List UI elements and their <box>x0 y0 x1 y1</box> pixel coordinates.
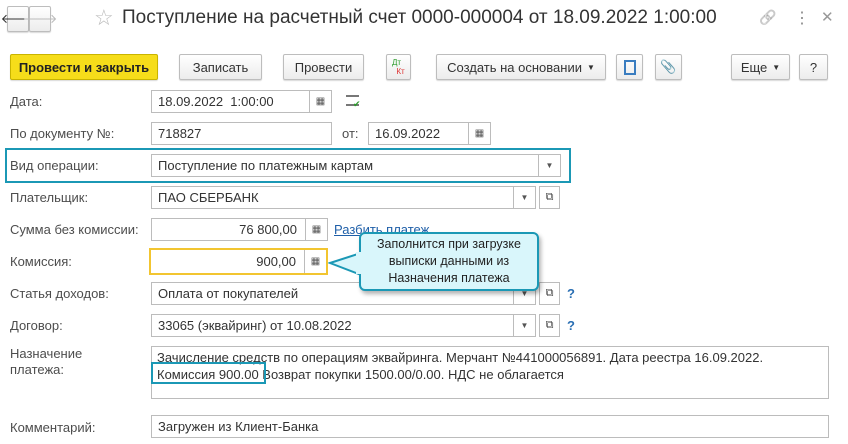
date-label: Дата: <box>10 94 43 109</box>
income-item-label: Статья доходов: <box>10 286 109 301</box>
forward-button[interactable]: 🡒 <box>23 6 57 32</box>
more-label: Еще <box>740 59 768 75</box>
payer-value: ПАО СБЕРБАНК <box>158 190 259 205</box>
page-title: Поступление на расчетный счет 0000-00000… <box>122 7 717 28</box>
contract-label: Договор: <box>10 318 63 333</box>
doc-date-field[interactable]: 16.09.2022 ▦ <box>368 122 491 145</box>
contract-value: 33065 (эквайринг) от 10.08.2022 <box>158 318 352 333</box>
dropdown-arrow-icon[interactable]: ▼ <box>513 187 535 208</box>
help-icon[interactable]: ? <box>567 318 575 333</box>
callout-text: Заполнится при загрузке выписки данными … <box>377 237 521 285</box>
dt-icon: Дт <box>391 58 402 67</box>
dropdown-arrow-icon[interactable]: ▼ <box>538 155 560 176</box>
open-icon[interactable]: ⧉ <box>539 314 560 337</box>
amount-value: 76 800,00 <box>239 222 297 237</box>
doc-number-field[interactable]: 718827 <box>151 122 332 145</box>
income-item-value: Оплата от покупателей <box>158 286 299 301</box>
payer-field[interactable]: ПАО СБЕРБАНК ▼ <box>151 186 536 209</box>
structure-icon <box>623 59 636 75</box>
save-label: Записать <box>192 59 249 75</box>
operation-label: Вид операции: <box>10 158 99 173</box>
kt-icon: Кт <box>396 67 405 76</box>
doc-number-label: По документу №: <box>10 126 115 141</box>
structure-button[interactable] <box>616 54 643 80</box>
purpose-rest-text: Возврат покупки 1500.00/0.00. НДС не обл… <box>258 367 564 382</box>
amount-label: Сумма без комиссии: <box>10 222 139 237</box>
calculator-icon[interactable]: ▦ <box>304 250 326 273</box>
from-label: от: <box>342 126 359 141</box>
doc-number-value: 718827 <box>158 126 202 141</box>
comment-field[interactable]: Загружен из Клиент-Банка <box>151 415 829 438</box>
commission-value: 900,00 <box>256 254 296 269</box>
calendar-icon[interactable]: ▦ <box>468 123 490 144</box>
commission-label: Комиссия: <box>10 254 72 269</box>
create-based-on-label: Создать на основании <box>447 59 582 75</box>
comment-label: Комментарий: <box>10 420 96 435</box>
commission-field[interactable]: 900,00 ▦ <box>149 248 328 275</box>
date-value: 18.09.2022 1:00:00 <box>158 94 274 109</box>
paperclip-icon: 📎 <box>660 59 677 74</box>
comment-value: Загружен из Клиент-Банка <box>158 419 319 434</box>
calculator-icon[interactable]: ▦ <box>305 219 327 240</box>
doc-date-value: 16.09.2022 <box>375 126 441 141</box>
help-icon[interactable]: ? <box>567 286 575 301</box>
operation-select[interactable]: Поступление по платежным картам ▼ <box>151 154 561 177</box>
post-and-close-label: Провести и закрыть <box>18 59 150 75</box>
open-icon[interactable]: ⧉ <box>539 282 560 305</box>
save-button[interactable]: Записать <box>179 54 262 80</box>
post-and-close-button[interactable]: Провести и закрыть <box>10 54 158 80</box>
payer-label: Плательщик: <box>10 190 89 205</box>
arrow-right-icon: 🡒 <box>22 11 58 26</box>
dropdown-arrow-icon: ▼ <box>772 62 781 72</box>
calendar-icon[interactable]: ▦ <box>309 91 331 112</box>
help-button[interactable]: ? <box>799 54 828 80</box>
commission-text-highlight <box>151 362 266 384</box>
help-label: ? <box>809 59 818 75</box>
document-check-icon[interactable]: ✔ <box>346 95 361 109</box>
date-field[interactable]: 18.09.2022 1:00:00 ▦ <box>151 90 332 113</box>
contract-field[interactable]: 33065 (эквайринг) от 10.08.2022 ▼ <box>151 314 536 337</box>
operation-value: Поступление по платежным картам <box>158 158 374 173</box>
open-icon[interactable]: ⧉ <box>539 186 560 209</box>
dropdown-arrow-icon[interactable]: ▼ <box>513 315 535 336</box>
amount-field[interactable]: 76 800,00 ▦ <box>151 218 328 241</box>
more-button[interactable]: Еще ▼ <box>731 54 790 80</box>
callout-join <box>356 252 362 274</box>
link-icon[interactable]: 🔗 <box>759 9 776 26</box>
star-icon[interactable]: ☆ <box>94 5 114 31</box>
callout-tooltip: Заполнится при загрузке выписки данными … <box>359 232 539 291</box>
create-based-on-button[interactable]: Создать на основании ▼ <box>436 54 606 80</box>
more-icon[interactable]: ⋮ <box>794 8 810 28</box>
dropdown-arrow-icon: ▼ <box>586 62 595 72</box>
close-icon[interactable]: ✕ <box>821 8 834 26</box>
post-button[interactable]: Провести <box>283 54 364 80</box>
post-label: Провести <box>294 59 353 75</box>
purpose-label: Назначение платежа: <box>10 346 83 377</box>
attach-button[interactable]: 📎 <box>655 54 682 80</box>
dt-kt-button[interactable]: Дт Кт <box>386 54 411 80</box>
